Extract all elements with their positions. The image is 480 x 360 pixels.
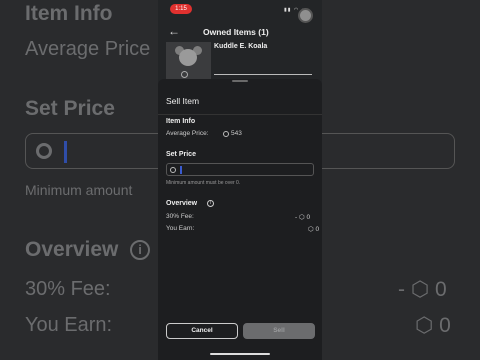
info-icon[interactable]: i: [207, 200, 214, 207]
price-input[interactable]: [166, 163, 314, 176]
set-price-label: Set Price: [166, 151, 196, 158]
back-arrow-icon[interactable]: ←: [168, 24, 180, 38]
page-title: Owned Items (1): [203, 27, 269, 37]
bg-earn-value: ⬡ 0: [415, 314, 451, 337]
item-info-label: Item Info: [166, 118, 196, 125]
bg-minimum-note: Minimum amount: [25, 182, 133, 198]
item-name: Kuddle E. Koala: [214, 43, 268, 50]
home-indicator: [210, 353, 270, 355]
drag-handle[interactable]: [232, 80, 248, 82]
bg-average-price: Average Price: [25, 38, 151, 60]
bg-item-info: Item Info: [25, 2, 113, 25]
sheet-title: Sell Item: [166, 96, 200, 106]
limited-badge-icon: [181, 71, 188, 78]
status-time: 1:15: [170, 4, 192, 14]
bg-fee-label: 30% Fee:: [25, 278, 111, 300]
text-cursor: [64, 141, 67, 163]
minimum-note: Minimum amount must be over 0.: [166, 180, 241, 186]
overview-label: Overview: [166, 200, 198, 207]
bg-overview: Overview: [25, 238, 119, 261]
robux-icon: [170, 167, 176, 173]
info-icon: i: [130, 240, 150, 260]
earn-value: ⬡ 0: [308, 226, 320, 233]
avatar[interactable]: [298, 8, 313, 23]
bg-earn-label: You Earn:: [25, 314, 113, 336]
phone-screen: 1:15 ▮▮ ◠ ▭ ← Owned Items (1) Kuddle E. …: [158, 0, 322, 360]
fee-value: - ⬡ 0: [295, 214, 311, 221]
bg-fee-value: - ⬡ 0: [398, 278, 447, 301]
robux-icon: [36, 143, 52, 159]
text-cursor: [180, 166, 182, 174]
sell-item-sheet: Sell Item Item Info Average Price: 543 S…: [158, 79, 322, 360]
divider: [214, 74, 312, 75]
fee-label: 30% Fee:: [166, 213, 194, 220]
bg-set-price: Set Price: [25, 97, 115, 120]
item-thumbnail[interactable]: [166, 42, 211, 80]
koala-head-icon: [179, 49, 197, 66]
robux-icon: [223, 131, 229, 137]
earn-label: You Earn:: [166, 225, 195, 232]
average-price-value: 543: [231, 130, 242, 137]
divider: [158, 114, 322, 115]
cancel-button[interactable]: Cancel: [166, 323, 238, 339]
average-price-label: Average Price:: [166, 130, 209, 137]
sell-button[interactable]: Sell: [243, 323, 315, 339]
